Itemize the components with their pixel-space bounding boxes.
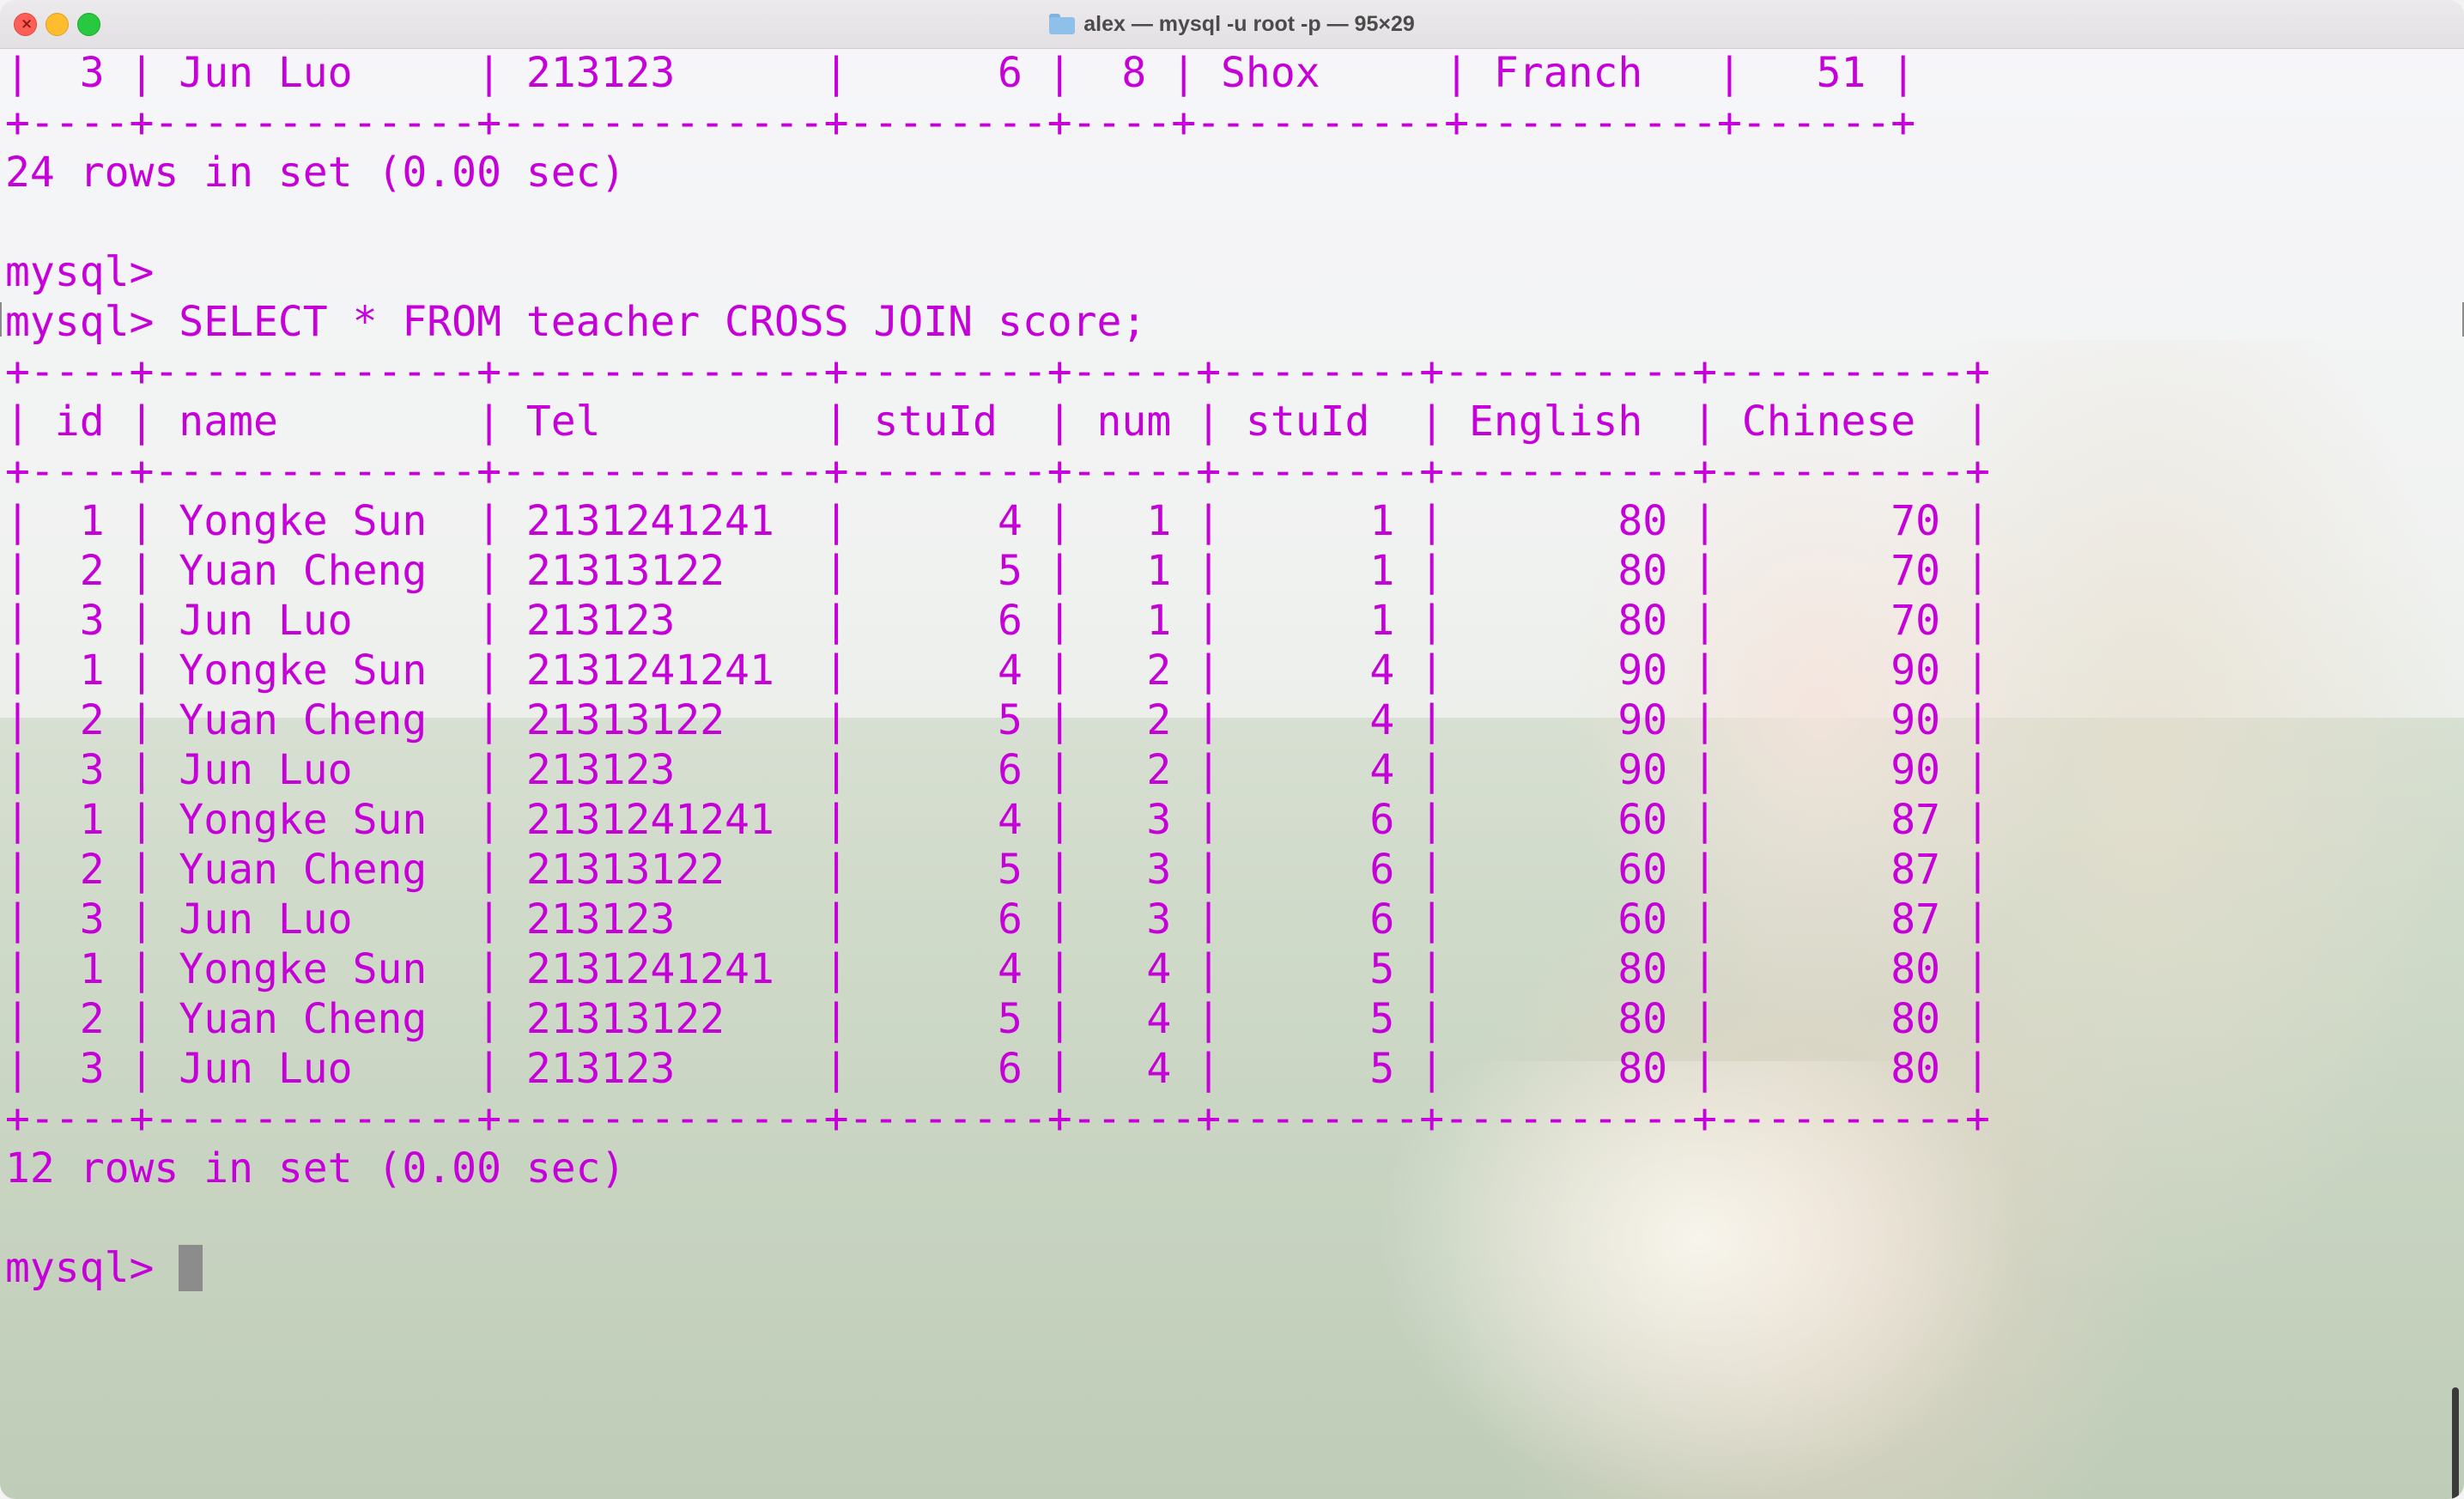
terminal-window: × alex — mysql -u root -p — 95×29 | 3 | … <box>0 0 2464 1499</box>
table-border: +----+-------------+-------------+------… <box>5 447 1990 495</box>
cursor <box>179 1245 203 1291</box>
window-title: alex — mysql -u root -p — 95×29 <box>1083 11 1415 36</box>
window-title-group: alex — mysql -u root -p — 95×29 <box>0 0 2464 48</box>
output-line: mysql> <box>5 248 155 296</box>
table-header: | id | name | Tel | stuId | num | stuId … <box>5 398 1990 446</box>
table-row: | 3 | Jun Luo | 213123 | 6 | 4 | 5 | 80 … <box>5 1045 1990 1093</box>
table-row: | 3 | Jun Luo | 213123 | 6 | 2 | 4 | 90 … <box>5 746 1990 794</box>
table-row: | 1 | Yongke Sun | 2131241241 | 4 | 2 | … <box>5 646 1990 695</box>
table-row: | 3 | Jun Luo | 213123 | 6 | 3 | 6 | 60 … <box>5 895 1990 944</box>
output-line: 24 rows in set (0.00 sec) <box>5 149 626 197</box>
table-row: | 2 | Yuan Cheng | 21313122 | 5 | 3 | 6 … <box>5 846 1990 894</box>
output-line: 12 rows in set (0.00 sec) <box>5 1144 626 1193</box>
title-bar[interactable]: × alex — mysql -u root -p — 95×29 <box>0 0 2464 49</box>
terminal-output: | 3 | Jun Luo | 213123 | 6 | 8 | Shox | … <box>5 48 1990 1293</box>
table-row: | 3 | Jun Luo | 213123 | 6 | 1 | 1 | 80 … <box>5 597 1990 645</box>
terminal-content[interactable]: | 3 | Jun Luo | 213123 | 6 | 8 | Shox | … <box>0 48 2464 1499</box>
table-border: +----+-------------+-------------+------… <box>5 1095 1990 1143</box>
output-line: | 3 | Jun Luo | 213123 | 6 | 8 | Shox | … <box>5 49 1916 97</box>
command-line: mysql> SELECT * FROM teacher CROSS JOIN … <box>5 298 1147 346</box>
scrollbar[interactable] <box>2452 1387 2459 1499</box>
prompt: mysql> <box>5 1244 179 1292</box>
selection-marker-left <box>0 302 2 337</box>
table-row: | 2 | Yuan Cheng | 21313122 | 5 | 4 | 5 … <box>5 995 1990 1043</box>
prompt-line[interactable]: mysql> <box>5 1243 1990 1293</box>
table-border: +----+-------------+-------------+------… <box>5 348 1990 396</box>
folder-icon <box>1049 14 1076 34</box>
output-line: +----+-------------+-------------+------… <box>5 99 1916 147</box>
table-row: | 1 | Yongke Sun | 2131241241 | 4 | 1 | … <box>5 497 1990 545</box>
table-row: | 1 | Yongke Sun | 2131241241 | 4 | 3 | … <box>5 796 1990 844</box>
table-row: | 2 | Yuan Cheng | 21313122 | 5 | 1 | 1 … <box>5 547 1990 595</box>
table-row: | 2 | Yuan Cheng | 21313122 | 5 | 2 | 4 … <box>5 696 1990 744</box>
table-row: | 1 | Yongke Sun | 2131241241 | 4 | 4 | … <box>5 945 1990 993</box>
